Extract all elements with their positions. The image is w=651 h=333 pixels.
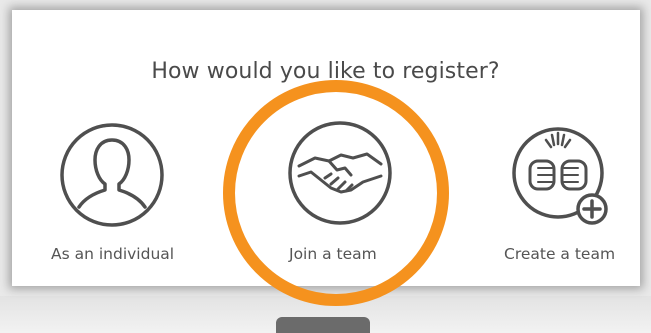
option-create-team-label: Create a team xyxy=(504,245,616,263)
option-individual[interactable]: As an individual xyxy=(30,120,190,270)
scrollbar-handle[interactable] xyxy=(276,317,370,333)
fist-bump-add-icon xyxy=(512,127,608,225)
handshake-icon xyxy=(288,121,392,225)
person-icon xyxy=(60,123,164,227)
option-individual-label: As an individual xyxy=(51,245,175,263)
dialog-title: How would you like to register? xyxy=(151,59,500,84)
option-create-team[interactable]: Create a team xyxy=(490,120,650,270)
option-join-team[interactable]: Join a team xyxy=(260,120,420,270)
option-join-team-label: Join a team xyxy=(289,245,377,263)
